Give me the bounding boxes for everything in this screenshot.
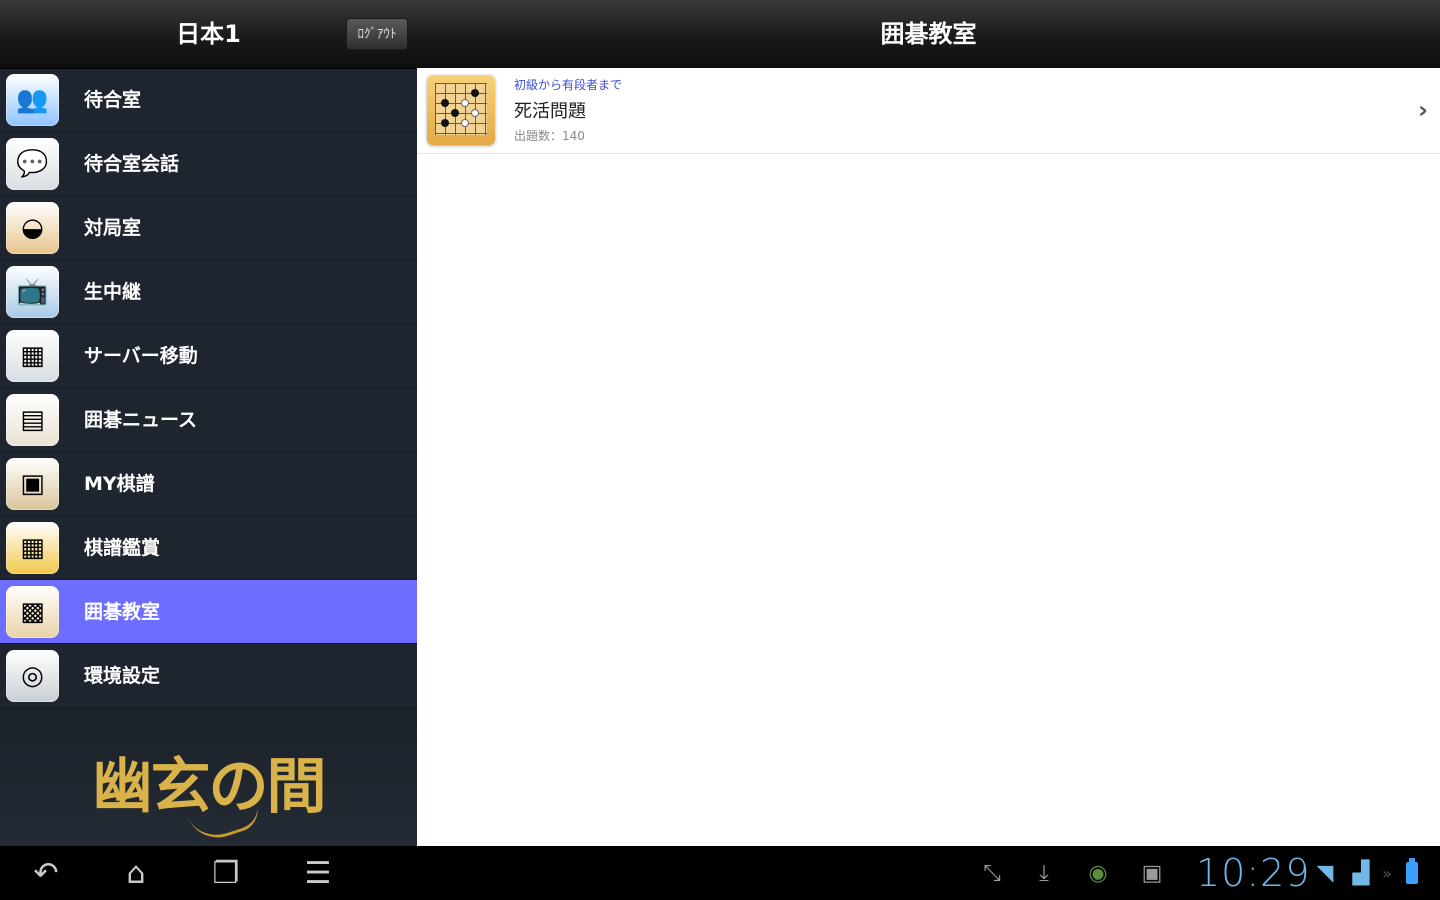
screen-compat-icon[interactable]: ⤡	[976, 860, 1008, 888]
side-navigation: 日本1 ﾛｸﾞｱｳﾄ 👥 待合室 💬 待合室会話 ◒ 対局室 📺 生中継 ▦ サーバー移動 ▤ 囲碁ニ…	[0, 0, 417, 847]
menu-item-label: 環境設定	[84, 665, 161, 687]
classroom-board-icon: ▩	[6, 586, 59, 638]
right-header-bar: 囲碁教室	[417, 0, 1440, 68]
android-system-bar: ↶ ⌂ ❐ ☰ ⤡ ⤓ ◉ ▣ 10:29 ◥ ▟ »	[0, 846, 1440, 900]
go-bowl-icon: ◒	[6, 202, 59, 254]
menu-item-label: 対局室	[84, 217, 142, 239]
black-stone	[471, 89, 479, 97]
home-button[interactable]: ⌂	[114, 856, 158, 892]
menu-item-label: MY棋譜	[84, 473, 155, 495]
black-stone	[451, 109, 459, 117]
image-icon[interactable]: ▣	[1136, 860, 1168, 888]
menu-item-label: 待合室	[84, 89, 142, 111]
menu-item-label: 生中継	[84, 281, 142, 303]
wifi-icon: ◥	[1316, 861, 1334, 886]
signal-icon: ▟	[1352, 861, 1370, 886]
left-header-bar: 日本1 ﾛｸﾞｱｳﾄ	[0, 0, 417, 69]
menu-item-label: 囲碁ニュース	[84, 409, 198, 431]
chat-bubbles-icon: 💬	[6, 138, 59, 190]
content-area	[417, 154, 1440, 846]
menu-item[interactable]: ▦ 棋譜鑑賞	[0, 516, 417, 580]
menu-item-label: 囲碁教室	[84, 601, 161, 623]
nvidia-icon[interactable]: ◉	[1082, 860, 1114, 888]
logout-button[interactable]: ﾛｸﾞｱｳﾄ	[346, 18, 408, 50]
status-clock[interactable]: 10:29	[1196, 850, 1311, 896]
lesson-question-count: 出題数：140	[514, 129, 585, 143]
menu-item[interactable]: 📺 生中継	[0, 260, 417, 324]
tsumego-board-icon	[427, 75, 495, 145]
download-icon[interactable]: ⤓	[1028, 860, 1060, 888]
menu-item[interactable]: 👥 待合室	[0, 68, 417, 132]
menu-item-label: 棋譜鑑賞	[84, 537, 161, 559]
logo-area: 幽玄の間	[0, 708, 417, 847]
back-button[interactable]: ↶	[24, 856, 68, 892]
menu-item-label: 待合室会話	[84, 153, 180, 175]
kifu-box-icon: ▣	[6, 458, 59, 510]
black-stone	[441, 99, 449, 107]
people-icon: 👥	[6, 74, 59, 126]
menu-button[interactable]: ☰	[296, 856, 340, 892]
menu-item[interactable]: 💬 待合室会話	[0, 132, 417, 196]
lesson-subtitle: 初級から有段者まで	[514, 78, 623, 92]
server-map-icon: ▦	[6, 330, 59, 382]
menu-item[interactable]: ◎ 環境設定	[0, 644, 417, 708]
newspaper-icon: ▤	[6, 394, 59, 446]
menu-item[interactable]: ▦ サーバー移動	[0, 324, 417, 388]
white-stone	[471, 109, 479, 117]
black-stone	[441, 119, 449, 127]
recent-apps-button[interactable]: ❐	[204, 856, 248, 892]
mini-go-board	[435, 83, 487, 135]
page-title: 囲碁教室	[880, 20, 977, 48]
menu-item[interactable]: ▣ MY棋譜	[0, 452, 417, 516]
white-stone	[461, 99, 469, 107]
lesson-list-item[interactable]: 初級から有段者まで 死活問題 出題数：140 ›	[417, 68, 1440, 154]
settings-disc-icon: ◎	[6, 650, 59, 702]
double-chevron-icon: »	[1382, 864, 1392, 883]
go-board-icon: ▦	[6, 522, 59, 574]
menu-item-label: サーバー移動	[84, 345, 198, 367]
battery-icon	[1406, 858, 1418, 884]
menu-item[interactable]: ▩ 囲碁教室	[0, 580, 417, 644]
chevron-right-icon: ›	[1418, 96, 1428, 124]
tv-icon: 📺	[6, 266, 59, 318]
lesson-title: 死活問題	[514, 101, 586, 122]
menu-item[interactable]: ◒ 対局室	[0, 196, 417, 260]
menu-item[interactable]: ▤ 囲碁ニュース	[0, 388, 417, 452]
white-stone	[461, 119, 469, 127]
menu-list: 👥 待合室 💬 待合室会話 ◒ 対局室 📺 生中継 ▦ サーバー移動 ▤ 囲碁ニュース ▣ MY棋譜 ▦ 棋譜…	[0, 68, 417, 708]
